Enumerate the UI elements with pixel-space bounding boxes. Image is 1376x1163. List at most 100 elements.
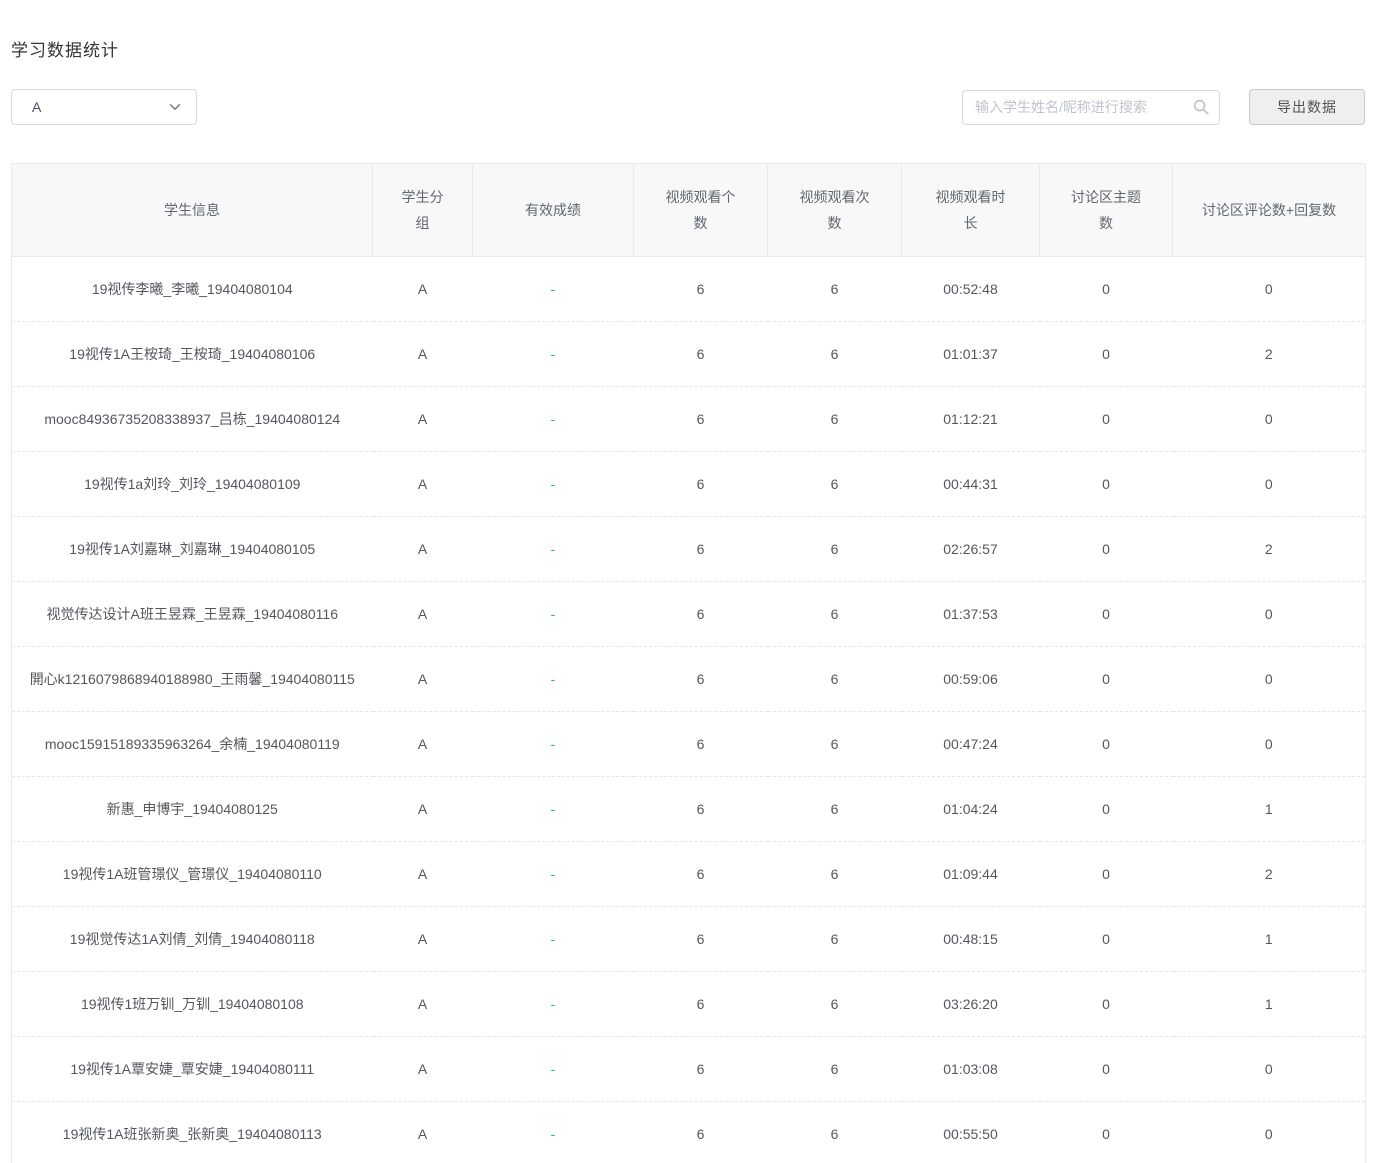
cell-watch-times: 6 <box>768 842 902 907</box>
cell-student-info: 19视传1A覃安婕_覃安婕_19404080111 <box>12 1037 373 1102</box>
cell-watch-duration: 00:52:48 <box>902 257 1040 322</box>
column-header: 学生信息 <box>12 164 373 257</box>
cell-student-info: 19视传1A刘嘉琳_刘嘉琳_19404080105 <box>12 517 373 582</box>
cell-student-group: A <box>373 842 473 907</box>
cell-discussion-comments: 0 <box>1173 1037 1366 1102</box>
cell-student-info: 19视觉传达1A刘倩_刘倩_19404080118 <box>12 907 373 972</box>
cell-discussion-comments: 0 <box>1173 1102 1366 1163</box>
cell-watch-duration: 02:26:57 <box>902 517 1040 582</box>
cell-discussion-topics: 0 <box>1040 452 1173 517</box>
search-input[interactable] <box>962 90 1220 125</box>
cell-watch-duration: 00:59:06 <box>902 647 1040 712</box>
cell-effective-score: - <box>473 387 634 452</box>
search-icon[interactable] <box>1192 98 1210 116</box>
cell-videos-watched: 6 <box>634 972 768 1037</box>
table-row: 新惠_申博宇_19404080125 A - 6 6 01:04:24 0 1 <box>12 777 1366 842</box>
cell-student-info: 视觉传达设计A班王昱霖_王昱霖_19404080116 <box>12 582 373 647</box>
column-header: 学生分组 <box>373 164 473 257</box>
cell-watch-duration: 00:48:15 <box>902 907 1040 972</box>
cell-student-group: A <box>373 582 473 647</box>
cell-student-info: 新惠_申博宇_19404080125 <box>12 777 373 842</box>
cell-student-info: 19视传1A王桉琦_王桉琦_19404080106 <box>12 322 373 387</box>
cell-discussion-comments: 2 <box>1173 517 1366 582</box>
cell-watch-duration: 01:37:53 <box>902 582 1040 647</box>
cell-student-group: A <box>373 452 473 517</box>
cell-discussion-topics: 0 <box>1040 972 1173 1037</box>
cell-discussion-comments: 2 <box>1173 842 1366 907</box>
cell-videos-watched: 6 <box>634 1037 768 1102</box>
cell-watch-duration: 00:44:31 <box>902 452 1040 517</box>
cell-student-info: mooc15915189335963264_余楠_19404080119 <box>12 712 373 777</box>
cell-videos-watched: 6 <box>634 257 768 322</box>
cell-effective-score: - <box>473 777 634 842</box>
page-title: 学习数据统计 <box>11 36 1365 61</box>
cell-student-group: A <box>373 257 473 322</box>
table-row: 開心k1216079868940188980_王雨馨_19404080115 A… <box>12 647 1366 712</box>
cell-student-group: A <box>373 1037 473 1102</box>
cell-discussion-topics: 0 <box>1040 907 1173 972</box>
column-header: 视频观看时长 <box>902 164 1040 257</box>
cell-videos-watched: 6 <box>634 647 768 712</box>
group-filter-select[interactable]: A <box>11 89 197 125</box>
cell-discussion-comments: 0 <box>1173 647 1366 712</box>
cell-discussion-topics: 0 <box>1040 712 1173 777</box>
cell-discussion-comments: 0 <box>1173 387 1366 452</box>
table-row: 19视觉传达1A刘倩_刘倩_19404080118 A - 6 6 00:48:… <box>12 907 1366 972</box>
cell-effective-score: - <box>473 517 634 582</box>
table-row: 19视传1A班管璟仪_管璟仪_19404080110 A - 6 6 01:09… <box>12 842 1366 907</box>
column-header: 视频观看个数 <box>634 164 768 257</box>
cell-student-info: 開心k1216079868940188980_王雨馨_19404080115 <box>12 647 373 712</box>
cell-watch-times: 6 <box>768 777 902 842</box>
cell-watch-times: 6 <box>768 972 902 1037</box>
cell-watch-times: 6 <box>768 1102 902 1163</box>
cell-watch-times: 6 <box>768 582 902 647</box>
table-row: 19视传1a刘玲_刘玲_19404080109 A - 6 6 00:44:31… <box>12 452 1366 517</box>
cell-student-group: A <box>373 322 473 387</box>
cell-effective-score: - <box>473 712 634 777</box>
toolbar-right: 导出数据 <box>962 89 1365 125</box>
cell-videos-watched: 6 <box>634 452 768 517</box>
cell-discussion-comments: 0 <box>1173 452 1366 517</box>
cell-discussion-topics: 0 <box>1040 322 1173 387</box>
cell-student-group: A <box>373 517 473 582</box>
cell-watch-times: 6 <box>768 257 902 322</box>
cell-effective-score: - <box>473 257 634 322</box>
cell-watch-duration: 01:04:24 <box>902 777 1040 842</box>
cell-discussion-topics: 0 <box>1040 257 1173 322</box>
cell-videos-watched: 6 <box>634 322 768 387</box>
cell-discussion-topics: 0 <box>1040 777 1173 842</box>
cell-discussion-topics: 0 <box>1040 1102 1173 1163</box>
cell-videos-watched: 6 <box>634 582 768 647</box>
cell-videos-watched: 6 <box>634 907 768 972</box>
table-row: mooc15915189335963264_余楠_19404080119 A -… <box>12 712 1366 777</box>
cell-discussion-comments: 1 <box>1173 907 1366 972</box>
cell-videos-watched: 6 <box>634 1102 768 1163</box>
column-header: 视频观看次数 <box>768 164 902 257</box>
cell-effective-score: - <box>473 907 634 972</box>
cell-student-group: A <box>373 387 473 452</box>
cell-watch-duration: 01:12:21 <box>902 387 1040 452</box>
cell-watch-times: 6 <box>768 1037 902 1102</box>
cell-student-info: 19视传1班万钏_万钏_19404080108 <box>12 972 373 1037</box>
student-stats-table: 学生信息学生分组有效成绩视频观看个数视频观看次数视频观看时长讨论区主题数讨论区评… <box>11 163 1366 1163</box>
cell-discussion-comments: 2 <box>1173 322 1366 387</box>
cell-discussion-topics: 0 <box>1040 1037 1173 1102</box>
cell-student-info: 19视传李曦_李曦_19404080104 <box>12 257 373 322</box>
cell-effective-score: - <box>473 842 634 907</box>
table-row: 19视传1A刘嘉琳_刘嘉琳_19404080105 A - 6 6 02:26:… <box>12 517 1366 582</box>
cell-watch-times: 6 <box>768 517 902 582</box>
table-row: 19视传1A王桉琦_王桉琦_19404080106 A - 6 6 01:01:… <box>12 322 1366 387</box>
export-data-button[interactable]: 导出数据 <box>1249 89 1365 125</box>
cell-watch-times: 6 <box>768 322 902 387</box>
cell-watch-times: 6 <box>768 712 902 777</box>
cell-videos-watched: 6 <box>634 712 768 777</box>
cell-student-group: A <box>373 972 473 1037</box>
cell-student-group: A <box>373 712 473 777</box>
cell-watch-duration: 03:26:20 <box>902 972 1040 1037</box>
cell-discussion-comments: 0 <box>1173 582 1366 647</box>
table-header: 学生信息学生分组有效成绩视频观看个数视频观看次数视频观看时长讨论区主题数讨论区评… <box>12 164 1366 257</box>
group-filter-value: A <box>32 99 41 115</box>
cell-discussion-comments: 1 <box>1173 972 1366 1037</box>
table-row: 19视传1A班张新奥_张新奥_19404080113 A - 6 6 00:55… <box>12 1102 1366 1163</box>
column-header: 讨论区评论数+回复数 <box>1173 164 1366 257</box>
